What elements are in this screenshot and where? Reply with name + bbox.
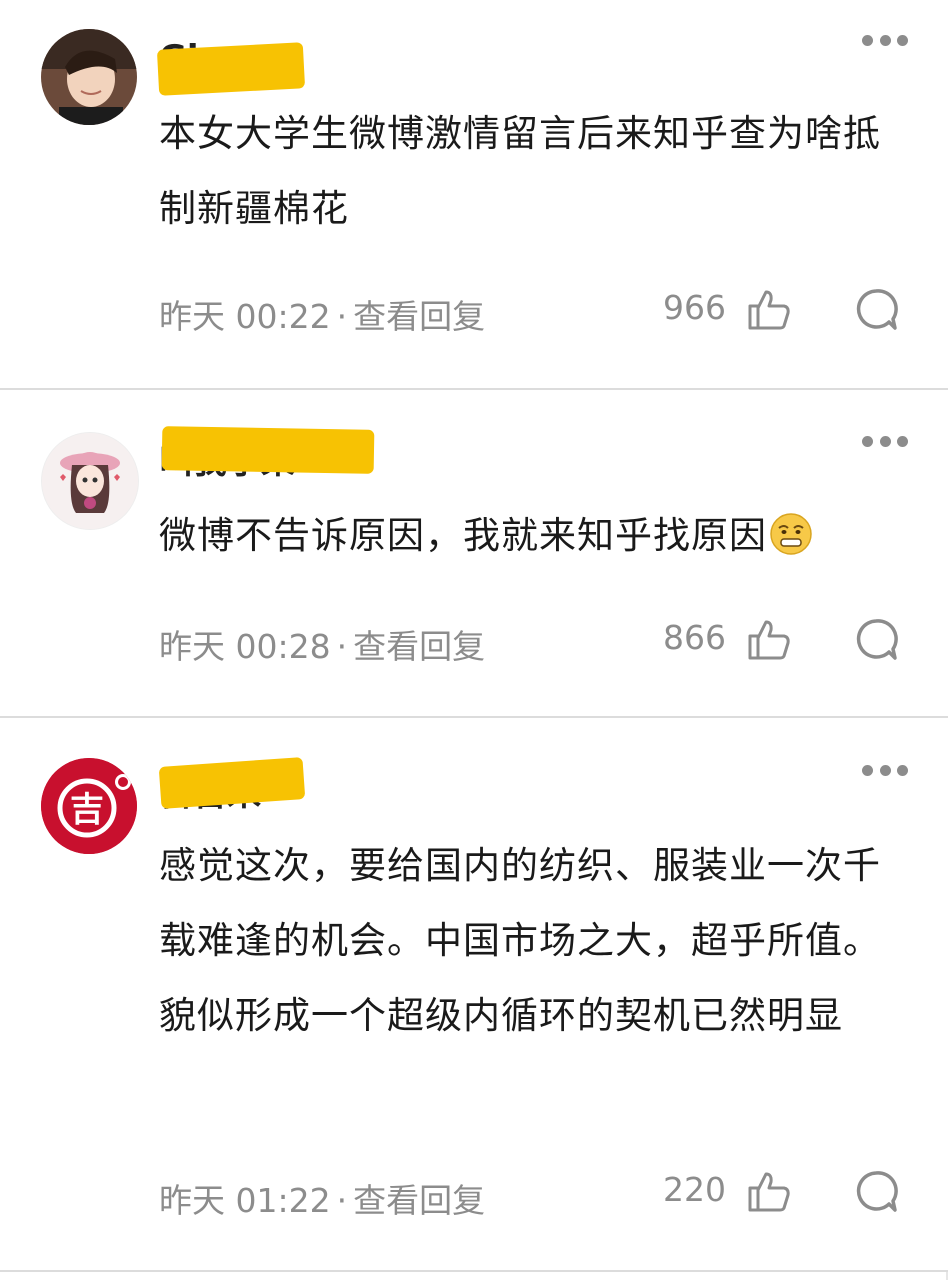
comment-item: Gi 本女大学生微博激情留言后来知乎查为啥抵制新疆棉花 昨天 00:22·查看回… bbox=[0, 0, 948, 388]
more-dots-icon[interactable] bbox=[862, 30, 908, 50]
comment-time: 昨天 01:22 bbox=[159, 1181, 331, 1220]
meta-separator: · bbox=[336, 627, 348, 666]
comment-text: 本女大学生微博激情留言后来知乎查为啥抵制新疆棉花 bbox=[159, 112, 881, 230]
username-redaction bbox=[158, 757, 306, 809]
comment-text: 感觉这次，要给国内的纺织、服装业一次千载难逢的机会。中国市场之大，超乎所值。貌似… bbox=[159, 844, 881, 1037]
view-replies-link[interactable]: 查看回复 bbox=[353, 1181, 485, 1220]
comment-bubble-icon[interactable] bbox=[853, 1168, 899, 1214]
avatar[interactable]: 吉 bbox=[41, 758, 137, 854]
comment-item: 叫我小呆 微博不告诉原因，我就来知乎找原因 昨天 00:28·查看回复 866 bbox=[0, 390, 948, 716]
more-dots-icon[interactable] bbox=[862, 431, 908, 451]
comment-item: 吉 吉吉米 感觉这次，要给国内的纺织、服装业一次千载难逢的机会。中国市场之大，超… bbox=[0, 718, 948, 1270]
comment-bubble-icon[interactable] bbox=[853, 616, 899, 662]
comment-meta: 昨天 00:28 · 查看回复 bbox=[159, 620, 485, 668]
avatar[interactable] bbox=[41, 29, 137, 125]
username-redaction bbox=[161, 426, 375, 474]
view-replies-link[interactable]: 查看回复 bbox=[353, 297, 485, 336]
view-replies-link[interactable]: 查看回复 bbox=[353, 627, 485, 666]
like-count: 866 bbox=[663, 618, 726, 657]
like-count: 966 bbox=[663, 288, 726, 327]
comment-text: 微博不告诉原因，我就来知乎找原因 bbox=[159, 498, 889, 573]
meta-separator: · bbox=[336, 1181, 348, 1220]
thumbs-up-icon[interactable] bbox=[746, 286, 792, 332]
comment-time: 昨天 00:22 bbox=[159, 297, 331, 336]
comment-meta: 昨天 01:22 · 查看回复 bbox=[159, 1174, 485, 1222]
thumbs-up-icon[interactable] bbox=[746, 616, 792, 662]
meta-separator: · bbox=[336, 297, 348, 336]
more-dots-icon[interactable] bbox=[862, 760, 908, 780]
avatar-glyph: 吉 bbox=[70, 790, 104, 830]
comment-bubble-icon[interactable] bbox=[853, 286, 899, 332]
like-count: 220 bbox=[663, 1170, 726, 1209]
username-redaction bbox=[156, 42, 306, 96]
comment-time: 昨天 00:28 bbox=[159, 627, 331, 666]
comment-meta: 昨天 00:22 · 查看回复 bbox=[159, 290, 485, 338]
grimace-emoji-icon bbox=[770, 513, 812, 555]
thumbs-up-icon[interactable] bbox=[746, 1168, 792, 1214]
comment-text-content: 微博不告诉原因，我就来知乎找原因 bbox=[159, 514, 767, 557]
comment-divider bbox=[0, 1270, 948, 1272]
avatar[interactable] bbox=[41, 432, 139, 530]
